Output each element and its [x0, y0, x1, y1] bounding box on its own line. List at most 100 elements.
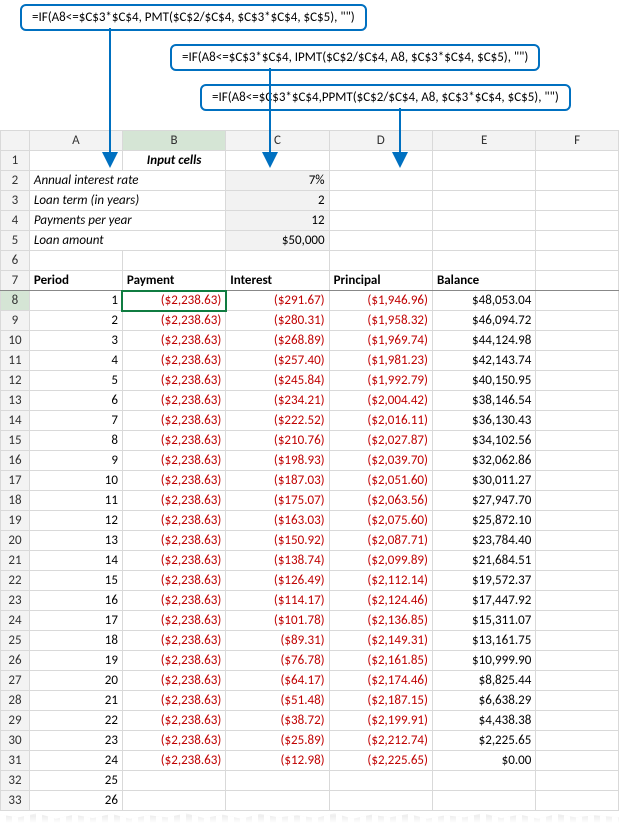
cell-payment[interactable]: ($2,238.63) — [122, 731, 225, 751]
cell[interactable] — [536, 471, 619, 491]
cell-balance[interactable]: $36,130.43 — [432, 411, 535, 431]
cell[interactable] — [432, 171, 535, 191]
cell-payment[interactable]: ($2,238.63) — [122, 451, 225, 471]
cell-payment[interactable] — [122, 771, 225, 791]
cell-period[interactable]: 8 — [29, 431, 122, 451]
row-header[interactable]: 1 — [1, 151, 30, 171]
cell-payment[interactable]: ($2,238.63) — [122, 351, 225, 371]
row-header[interactable]: 29 — [1, 711, 30, 731]
cell[interactable] — [329, 191, 432, 211]
label-annual-rate[interactable]: Annual interest rate — [29, 171, 225, 191]
cell-period[interactable]: 5 — [29, 371, 122, 391]
row-header[interactable]: 3 — [1, 191, 30, 211]
cell-balance[interactable]: $46,094.72 — [432, 311, 535, 331]
cell[interactable] — [29, 151, 122, 171]
col-header-F[interactable]: F — [536, 131, 619, 151]
cell[interactable] — [536, 451, 619, 471]
cell-period[interactable]: 9 — [29, 451, 122, 471]
cell-principal[interactable]: ($1,946.96) — [329, 291, 432, 311]
cell[interactable] — [536, 531, 619, 551]
cell-period[interactable]: 1 — [29, 291, 122, 311]
header-principal[interactable]: Principal — [329, 271, 432, 291]
cell[interactable] — [536, 551, 619, 571]
cell-payment[interactable]: ($2,238.63) — [122, 751, 225, 771]
cell-interest[interactable]: ($150.92) — [226, 531, 329, 551]
cell-interest[interactable]: ($245.84) — [226, 371, 329, 391]
cell-principal[interactable]: ($2,087.71) — [329, 531, 432, 551]
col-header-D[interactable]: D — [329, 131, 432, 151]
cell-interest[interactable]: ($64.17) — [226, 671, 329, 691]
cell-balance[interactable]: $6,638.29 — [432, 691, 535, 711]
cell-balance[interactable] — [432, 791, 535, 811]
cell[interactable] — [536, 151, 619, 171]
cell-interest[interactable]: ($291.67) — [226, 291, 329, 311]
row-header[interactable]: 11 — [1, 351, 30, 371]
cell-principal[interactable]: ($2,212.74) — [329, 731, 432, 751]
cell-interest[interactable]: ($222.52) — [226, 411, 329, 431]
cell-interest[interactable]: ($38.72) — [226, 711, 329, 731]
row-header[interactable]: 28 — [1, 691, 30, 711]
cell[interactable] — [536, 711, 619, 731]
cell-payment[interactable]: ($2,238.63) — [122, 611, 225, 631]
cell[interactable] — [432, 191, 535, 211]
cell-payment[interactable]: ($2,238.63) — [122, 671, 225, 691]
cell-period[interactable]: 20 — [29, 671, 122, 691]
cell[interactable] — [536, 671, 619, 691]
cell[interactable] — [536, 631, 619, 651]
cell[interactable] — [536, 391, 619, 411]
row-header[interactable]: 14 — [1, 411, 30, 431]
cell[interactable] — [536, 291, 619, 311]
cell-payment[interactable]: ($2,238.63) — [122, 311, 225, 331]
cell[interactable] — [226, 151, 329, 171]
cell-interest[interactable]: ($89.31) — [226, 631, 329, 651]
cell-principal[interactable]: ($2,099.89) — [329, 551, 432, 571]
row-header[interactable]: 24 — [1, 611, 30, 631]
cell-payment[interactable]: ($2,238.63) — [122, 431, 225, 451]
cell-balance[interactable]: $2,225.65 — [432, 731, 535, 751]
cell-principal[interactable]: ($1,992.79) — [329, 371, 432, 391]
cell[interactable] — [329, 251, 432, 271]
cell-principal[interactable]: ($2,075.60) — [329, 511, 432, 531]
cell-principal[interactable]: ($2,149.31) — [329, 631, 432, 651]
cell-period[interactable]: 25 — [29, 771, 122, 791]
cell-period[interactable]: 22 — [29, 711, 122, 731]
cell[interactable] — [536, 691, 619, 711]
cell-balance[interactable]: $44,124.98 — [432, 331, 535, 351]
cell-period[interactable]: 19 — [29, 651, 122, 671]
cell-balance[interactable]: $27,947.70 — [432, 491, 535, 511]
cell-balance[interactable]: $34,102.56 — [432, 431, 535, 451]
row-header[interactable]: 30 — [1, 731, 30, 751]
cell-period[interactable]: 23 — [29, 731, 122, 751]
label-loan-term[interactable]: Loan term (in years) — [29, 191, 225, 211]
row-header[interactable]: 10 — [1, 331, 30, 351]
cell[interactable] — [432, 151, 535, 171]
cell[interactable] — [536, 591, 619, 611]
value-annual-rate[interactable]: 7% — [226, 171, 329, 191]
cell-interest[interactable]: ($163.03) — [226, 511, 329, 531]
cell-interest[interactable] — [226, 771, 329, 791]
cell[interactable] — [536, 491, 619, 511]
cell-period[interactable]: 11 — [29, 491, 122, 511]
row-header[interactable]: 21 — [1, 551, 30, 571]
header-period[interactable]: Period — [29, 271, 122, 291]
cell-balance[interactable]: $0.00 — [432, 751, 535, 771]
cell[interactable] — [536, 171, 619, 191]
cell-period[interactable]: 6 — [29, 391, 122, 411]
cell-period[interactable]: 24 — [29, 751, 122, 771]
row-header[interactable]: 5 — [1, 231, 30, 251]
cell-payment[interactable]: ($2,238.63) — [122, 371, 225, 391]
row-header[interactable]: 27 — [1, 671, 30, 691]
cell-principal[interactable] — [329, 791, 432, 811]
row-header[interactable]: 22 — [1, 571, 30, 591]
cell-payment[interactable]: ($2,238.63) — [122, 511, 225, 531]
header-interest[interactable]: Interest — [226, 271, 329, 291]
cell[interactable] — [536, 351, 619, 371]
cell-balance[interactable]: $38,146.54 — [432, 391, 535, 411]
cell[interactable] — [329, 151, 432, 171]
cell-balance[interactable]: $30,011.27 — [432, 471, 535, 491]
col-header-B[interactable]: B — [122, 131, 225, 151]
cell-balance[interactable]: $25,872.10 — [432, 511, 535, 531]
col-header-C[interactable]: C — [226, 131, 329, 151]
cell-balance[interactable]: $19,572.37 — [432, 571, 535, 591]
cell-period[interactable]: 7 — [29, 411, 122, 431]
